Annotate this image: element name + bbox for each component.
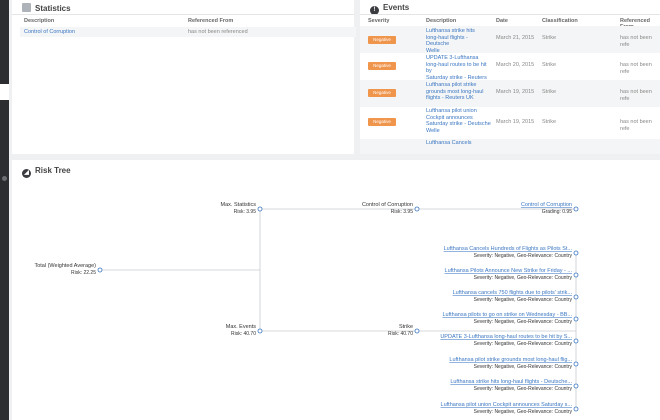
- root-risk: Risk: 22.25: [71, 270, 96, 276]
- max-statistics-label: Max. Statistics: [221, 202, 257, 208]
- statistics-panel: Statistics Description Referenced From C…: [12, 0, 356, 154]
- table-row: Lufthansa Cancels: [360, 139, 660, 154]
- column-header-description[interactable]: Description: [426, 18, 456, 24]
- max-events-risk: Risk: 40.70: [231, 331, 256, 337]
- strike-risk: Risk: 40.70: [388, 331, 413, 337]
- divider: [12, 14, 354, 15]
- event-date: March 20, 2015: [496, 62, 535, 68]
- event-classification: Strike: [542, 35, 557, 41]
- root-label: Total (Weighted Average): [34, 263, 96, 269]
- tree-node[interactable]: [573, 272, 579, 278]
- column-header-date[interactable]: Date: [496, 18, 508, 24]
- divider: [360, 14, 660, 15]
- table-row: Negative UPDATE 3-Lufthansa long-haul rou…: [360, 53, 660, 81]
- event-leaf-details: Severity: Negative, Geo-Relevance: Count…: [474, 341, 573, 347]
- risk-tree-panel: ◢ Risk Tree Total (Weighted Average) Ris…: [12, 160, 660, 420]
- event-leaf-details: Severity: Negative, Geo-Relevance: Count…: [474, 364, 573, 370]
- referenced-from-value: has not been refe: [620, 119, 652, 132]
- event-leaf-link[interactable]: UPDATE 3-Lufthansa long-haul routes to b…: [440, 334, 572, 340]
- statistics-icon: [22, 3, 31, 12]
- control-risk: Risk: 3.95: [391, 209, 413, 215]
- event-leaf-link[interactable]: Lufthansa pilot union Cockpit announces …: [441, 402, 573, 408]
- strike-label: Strike: [399, 324, 413, 330]
- event-leaf-link[interactable]: Lufthansa strike hits long-haul flights …: [450, 379, 572, 385]
- event-date: March 19, 2015: [496, 119, 535, 125]
- event-date: March 19, 2015: [496, 89, 535, 95]
- tree-node[interactable]: [573, 316, 579, 322]
- tree-node[interactable]: [257, 206, 263, 212]
- event-leaf-details: Severity: Negative, Geo-Relevance: Count…: [474, 297, 573, 303]
- event-description-link[interactable]: UPDATE 3-Lufthansa long-haul routes to be…: [426, 55, 492, 81]
- severity-badge: Negative: [368, 62, 396, 70]
- risk-tree-diagram: Total (Weighted Average) Risk: 22.25 Max…: [34, 202, 579, 415]
- severity-badge: Negative: [368, 36, 396, 44]
- tree-node[interactable]: [573, 406, 579, 412]
- tree-node[interactable]: [573, 250, 579, 256]
- referenced-from-value: has not been refe: [620, 89, 652, 102]
- event-leaf-link[interactable]: Lufthansa Pilots Announce New Strike for…: [445, 268, 573, 274]
- sidebar-handle-icon[interactable]: [2, 176, 7, 181]
- statistic-link[interactable]: Control of Corruption: [24, 29, 75, 36]
- event-classification: Strike: [542, 62, 557, 68]
- table-row: Negative Lufthansa pilot strike grounds m…: [360, 80, 660, 107]
- tree-node[interactable]: [414, 328, 420, 334]
- column-header-classification[interactable]: Classification: [542, 18, 578, 24]
- events-panel: ! Events Severity Description Date Classi…: [360, 0, 660, 154]
- statistics-title: Statistics: [22, 3, 71, 13]
- tree-node[interactable]: [573, 361, 579, 367]
- table-row: Negative Lufthansa strike hits long-haul …: [360, 26, 660, 54]
- tree-node[interactable]: [573, 383, 579, 389]
- column-header-severity[interactable]: Severity: [368, 18, 389, 24]
- event-description-link[interactable]: Lufthansa pilot union Cockpit announces Sa…: [426, 108, 492, 134]
- event-leaf-link[interactable]: Lufthansa pilots to go on strike on Wedn…: [442, 312, 572, 318]
- tree-node[interactable]: [97, 267, 103, 273]
- event-leaf-details: Severity: Negative, Geo-Relevance: Count…: [474, 386, 573, 392]
- event-classification: Strike: [542, 119, 557, 125]
- tree-node[interactable]: [257, 328, 263, 334]
- referenced-from-value: has not been refe: [620, 35, 652, 48]
- max-events-label: Max. Events: [226, 324, 257, 330]
- event-classification: Strike: [542, 89, 557, 95]
- severity-badge: Negative: [368, 89, 396, 97]
- severity-badge: Negative: [368, 118, 396, 126]
- event-leaf-link[interactable]: Lufthansa pilot strike grounds most long…: [449, 357, 572, 363]
- tree-node[interactable]: [573, 338, 579, 344]
- left-sidebar: [0, 0, 9, 420]
- event-date: March 21, 2015: [496, 35, 535, 41]
- event-leaf-link[interactable]: Lufthansa Cancels Hundreds of Flights as…: [444, 246, 573, 252]
- control-label: Control of Corruption: [362, 202, 413, 208]
- event-leaf-details: Severity: Negative, Geo-Relevance: Count…: [474, 253, 573, 259]
- max-statistics-risk: Risk: 3.95: [234, 209, 256, 215]
- tree-node[interactable]: [573, 294, 579, 300]
- event-leaf-details: Severity: Negative, Geo-Relevance: Count…: [474, 275, 573, 281]
- event-leaf-link[interactable]: Lufthansa cancels 750 flights due to pil…: [453, 290, 573, 296]
- event-leaf-details: Severity: Negative, Geo-Relevance: Count…: [474, 409, 573, 415]
- event-description-link[interactable]: Lufthansa pilot strike grounds most long-…: [426, 82, 492, 102]
- referenced-from-value: has not been refe: [620, 62, 652, 75]
- tree-node[interactable]: [414, 206, 420, 212]
- column-header-referenced-from[interactable]: Referenced From: [188, 18, 233, 24]
- column-header-description[interactable]: Description: [24, 18, 54, 24]
- event-description-link[interactable]: Lufthansa Cancels: [426, 140, 472, 147]
- tree-node[interactable]: [573, 206, 579, 212]
- table-row: Negative Lufthansa pilot union Cockpit an…: [360, 107, 660, 139]
- control-leaf-link[interactable]: Control of Corruption: [521, 202, 572, 208]
- control-leaf-grading: Grading: 0.95: [542, 209, 573, 215]
- event-leaf-details: Severity: Negative, Geo-Relevance: Count…: [474, 319, 573, 325]
- sidebar-collapse-tab[interactable]: [0, 84, 9, 100]
- referenced-from-value: has not been referenced: [188, 29, 248, 35]
- event-description-link[interactable]: Lufthansa strike hits long-haul flights -…: [426, 28, 492, 54]
